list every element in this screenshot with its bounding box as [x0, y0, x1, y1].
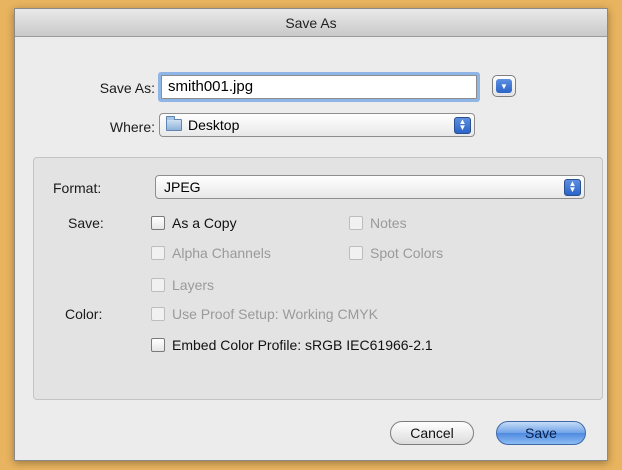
up-down-arrows-icon: ▲ ▼ — [564, 178, 581, 196]
where-popup[interactable]: Desktop ▲ ▼ — [159, 113, 475, 137]
window-title: Save As — [285, 14, 337, 31]
checkbox-box[interactable] — [151, 338, 165, 352]
where-label: Where: — [109, 119, 155, 135]
expand-dialog-button[interactable]: ▼ — [492, 75, 516, 97]
folder-icon — [166, 116, 182, 131]
format-value: JPEG — [164, 179, 201, 195]
spot-colors-label: Spot Colors — [370, 245, 444, 261]
save-button[interactable]: Save — [496, 421, 586, 445]
format-popup[interactable]: JPEG ▲ ▼ — [155, 175, 585, 199]
save-as-label: Save As: — [99, 80, 155, 96]
alpha-channels-checkbox[interactable]: Alpha Channels — [151, 245, 271, 261]
cancel-button[interactable]: Cancel — [390, 421, 474, 445]
embed-color-profile-checkbox[interactable]: Embed Color Profile: sRGB IEC61966-2.1 — [151, 337, 433, 353]
use-proof-setup-label: Use Proof Setup: Working CMYK — [172, 306, 378, 322]
color-options-label: Color: — [65, 306, 103, 322]
as-a-copy-label: As a Copy — [172, 215, 237, 231]
checkbox-box[interactable] — [151, 246, 165, 260]
chevron-down-icon: ▼ — [496, 79, 512, 93]
filename-input[interactable]: smith001.jpg — [161, 75, 477, 99]
checkbox-box[interactable] — [151, 278, 165, 292]
filename-value: smith001.jpg — [168, 78, 254, 95]
where-value: Desktop — [188, 117, 240, 133]
checkbox-box[interactable] — [349, 246, 363, 260]
save-options-label: Save: — [68, 215, 104, 231]
format-label: Format: — [53, 180, 102, 196]
checkbox-box[interactable] — [349, 216, 363, 230]
checkbox-box[interactable] — [151, 216, 165, 230]
checkbox-box[interactable] — [151, 307, 165, 321]
up-down-arrows-icon: ▲ ▼ — [454, 116, 471, 134]
notes-checkbox[interactable]: Notes — [349, 215, 407, 231]
layers-checkbox[interactable]: Layers — [151, 277, 214, 293]
spot-colors-checkbox[interactable]: Spot Colors — [349, 245, 443, 261]
layers-label: Layers — [172, 277, 215, 293]
notes-label: Notes — [370, 215, 407, 231]
save-as-dialog: Save As Save As: smith001.jpg ▼ Where: D… — [14, 8, 608, 461]
alpha-channels-label: Alpha Channels — [172, 245, 271, 261]
embed-color-profile-label: Embed Color Profile: sRGB IEC61966-2.1 — [172, 337, 433, 353]
use-proof-setup-checkbox[interactable]: Use Proof Setup: Working CMYK — [151, 306, 378, 322]
as-a-copy-checkbox[interactable]: As a Copy — [151, 215, 237, 231]
title-bar[interactable]: Save As — [15, 9, 607, 37]
